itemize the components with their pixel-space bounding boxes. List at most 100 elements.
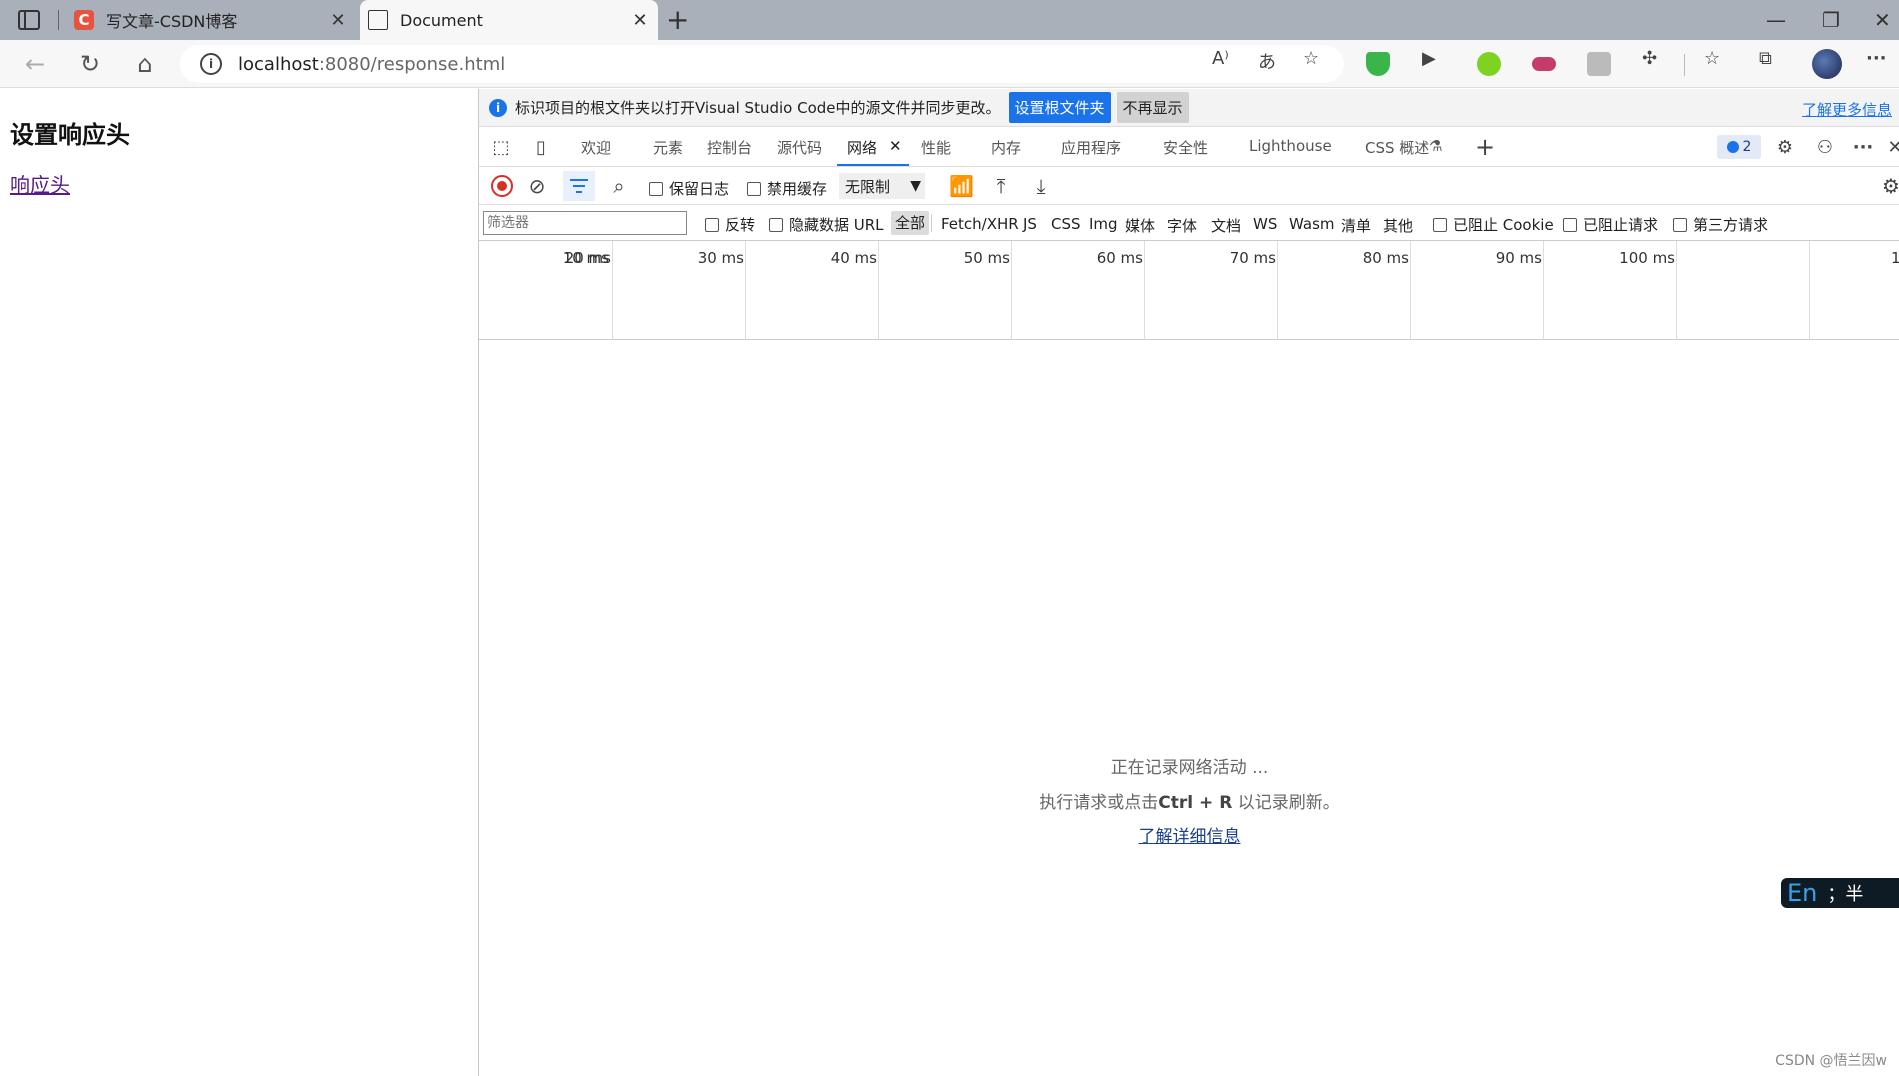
tab-csdn[interactable]: C 写文章-CSDN博客 ✕ [66,0,356,40]
timeline-tick: 50 ms [964,241,1145,340]
response-header-link[interactable]: 响应头 [10,169,70,198]
ime-status-bar[interactable]: En ；半 [1781,878,1899,908]
export-har-icon[interactable]: ⤓ [1029,174,1053,198]
tab-network-close-icon[interactable]: ✕ [889,137,902,155]
customize-icon[interactable]: ⚇ [1813,137,1837,158]
filter-type-ws[interactable]: WS [1253,215,1277,233]
invert-label: 反转 [725,216,756,234]
dont-show-again-button[interactable]: 不再显示 [1116,92,1189,123]
issues-badge[interactable]: 2 [1717,135,1761,159]
tab-document[interactable]: Document ✕ [360,0,658,40]
devtools-close-icon[interactable]: ✕ [1883,137,1899,158]
filter-type-all[interactable]: 全部 [891,211,930,235]
filter-type-manifest[interactable]: 清单 [1341,215,1371,236]
tick-label: 50 ms [963,249,1010,267]
inspect-element-icon[interactable]: ⬚ [489,137,513,158]
blocked-requests-checkbox[interactable]: 已阻止请求 [1563,214,1658,235]
learn-more-link[interactable]: 了解更多信息 [1802,99,1892,120]
tick-label: 20 ms [564,249,611,267]
back-icon[interactable]: ← [20,50,50,78]
tab-lighthouse[interactable]: Lighthouse [1249,137,1332,155]
favorites-icon[interactable]: ☆ [1704,48,1720,69]
filter-type-js[interactable]: JS [1023,215,1037,233]
blocked-cookies-checkbox[interactable]: 已阻止 Cookie [1433,214,1554,235]
profile-avatar[interactable] [1812,49,1842,79]
restore-icon[interactable]: ❐ [1822,8,1840,32]
new-tab-icon[interactable]: + [666,6,689,34]
tab-elements[interactable]: 元素 [653,137,683,158]
tab-memory[interactable]: 内存 [991,137,1021,158]
network-empty-state: 正在记录网络活动 ... 执行请求或点击Ctrl + R 以记录刷新。 了解详细… [479,341,1899,1076]
close-window-icon[interactable]: ✕ [1874,8,1891,32]
grey-extension-icon[interactable] [1587,52,1611,76]
timeline-tick: 60 ms [1097,241,1278,340]
set-root-folder-button[interactable]: 设置根文件夹 [1008,92,1111,123]
translate-icon[interactable]: あ [1258,48,1276,74]
network-settings-icon[interactable]: ⚙ [1879,174,1899,198]
checkbox-box [705,217,719,232]
more-icon[interactable]: ··· [1866,48,1887,69]
home-icon[interactable]: ⌂ [130,50,160,78]
read-aloud-icon[interactable]: A⁾ [1212,48,1229,69]
minimize-icon[interactable]: — [1766,8,1786,32]
settings-icon[interactable]: ⚙ [1773,137,1797,158]
tab-console[interactable]: 控制台 [707,137,752,158]
checkbox-box [1433,217,1447,232]
tab-performance[interactable]: 性能 [921,137,951,158]
third-party-checkbox[interactable]: 第三方请求 [1673,214,1768,235]
site-info-icon[interactable]: i [200,53,222,75]
blocked-cookies-label: 已阻止 Cookie [1453,216,1554,234]
search-icon[interactable]: ⌕ [607,174,631,198]
filter-type-other[interactable]: 其他 [1383,215,1413,236]
refresh-icon[interactable]: ↻ [75,50,105,78]
play-extension-icon[interactable]: ▶ [1422,48,1436,69]
clear-icon[interactable]: ⊘ [525,174,549,198]
filter-type-doc[interactable]: 文档 [1211,215,1241,236]
tab-network[interactable]: 网络 [847,137,877,158]
record-icon[interactable] [491,175,513,197]
throttle-select[interactable]: 无限制 ▼ [839,173,925,199]
filter-type-css[interactable]: CSS [1051,215,1081,233]
network-overview-timeline[interactable]: 10 ms 20 ms 30 ms 40 ms 50 ms 60 ms 70 m… [479,241,1899,340]
tab-sources[interactable]: 源代码 [777,137,822,158]
learn-more-details-link[interactable]: 了解详细信息 [1139,827,1241,847]
devtools-tabs: ⬚ ▯ 欢迎 元素 控制台 源代码 网络 ✕ 性能 内存 应用程序 安全性 Li… [479,127,1899,167]
tick-label: 60 ms [1096,249,1143,267]
csdn-favicon-icon: C [74,10,94,30]
shield-extension-icon[interactable] [1366,52,1390,76]
add-tool-icon[interactable]: + [1473,133,1497,161]
timeline-tick: 10 ms [563,241,613,340]
device-emulation-icon[interactable]: ▯ [529,137,553,158]
filter-type-img[interactable]: Img [1089,215,1118,233]
invert-checkbox[interactable]: 反转 [705,214,755,235]
tab-welcome[interactable]: 欢迎 [581,137,611,158]
green-extension-icon[interactable] [1477,52,1501,76]
import-har-icon[interactable]: ⤒ [989,174,1013,198]
learn-more-row: 了解详细信息 [479,822,1899,847]
issues-bubble-icon [1726,141,1739,153]
preserve-log-checkbox[interactable]: 保留日志 [649,178,729,199]
filter-type-fetch-xhr[interactable]: Fetch/XHR [941,215,1019,233]
tab-application[interactable]: 应用程序 [1061,137,1121,158]
tick-label: 1 [1891,249,1899,267]
tab-close-icon[interactable]: ✕ [328,10,348,31]
tab-close-icon[interactable]: ✕ [630,10,650,31]
hide-data-url-checkbox[interactable]: 隐藏数据 URL [769,214,884,235]
tab-css-overview[interactable]: CSS 概述 [1365,137,1429,158]
collections-icon[interactable]: ⧉ [1759,48,1772,69]
filter-type-media[interactable]: 媒体 [1125,215,1155,236]
filter-type-font[interactable]: 字体 [1167,215,1197,236]
devtools-more-icon[interactable]: ··· [1851,137,1875,158]
hide-data-url-label: 隐藏数据 URL [789,216,884,234]
disable-cache-checkbox[interactable]: 禁用缓存 [747,178,827,199]
pink-extension-icon[interactable] [1532,57,1556,71]
favorite-add-icon[interactable]: ☆ [1303,48,1319,69]
url-field[interactable]: i localhost :8080/response.html [180,45,1344,83]
network-conditions-icon[interactable]: 📶 [949,174,974,198]
filter-type-wasm[interactable]: Wasm [1289,215,1335,233]
tab-actions-icon[interactable] [18,10,40,30]
extensions-icon[interactable]: ✣ [1642,48,1657,69]
tab-security[interactable]: 安全性 [1163,137,1208,158]
filter-input[interactable] [483,211,687,235]
refresh-hint: 执行请求或点击Ctrl + R 以记录刷新。 [479,788,1899,813]
